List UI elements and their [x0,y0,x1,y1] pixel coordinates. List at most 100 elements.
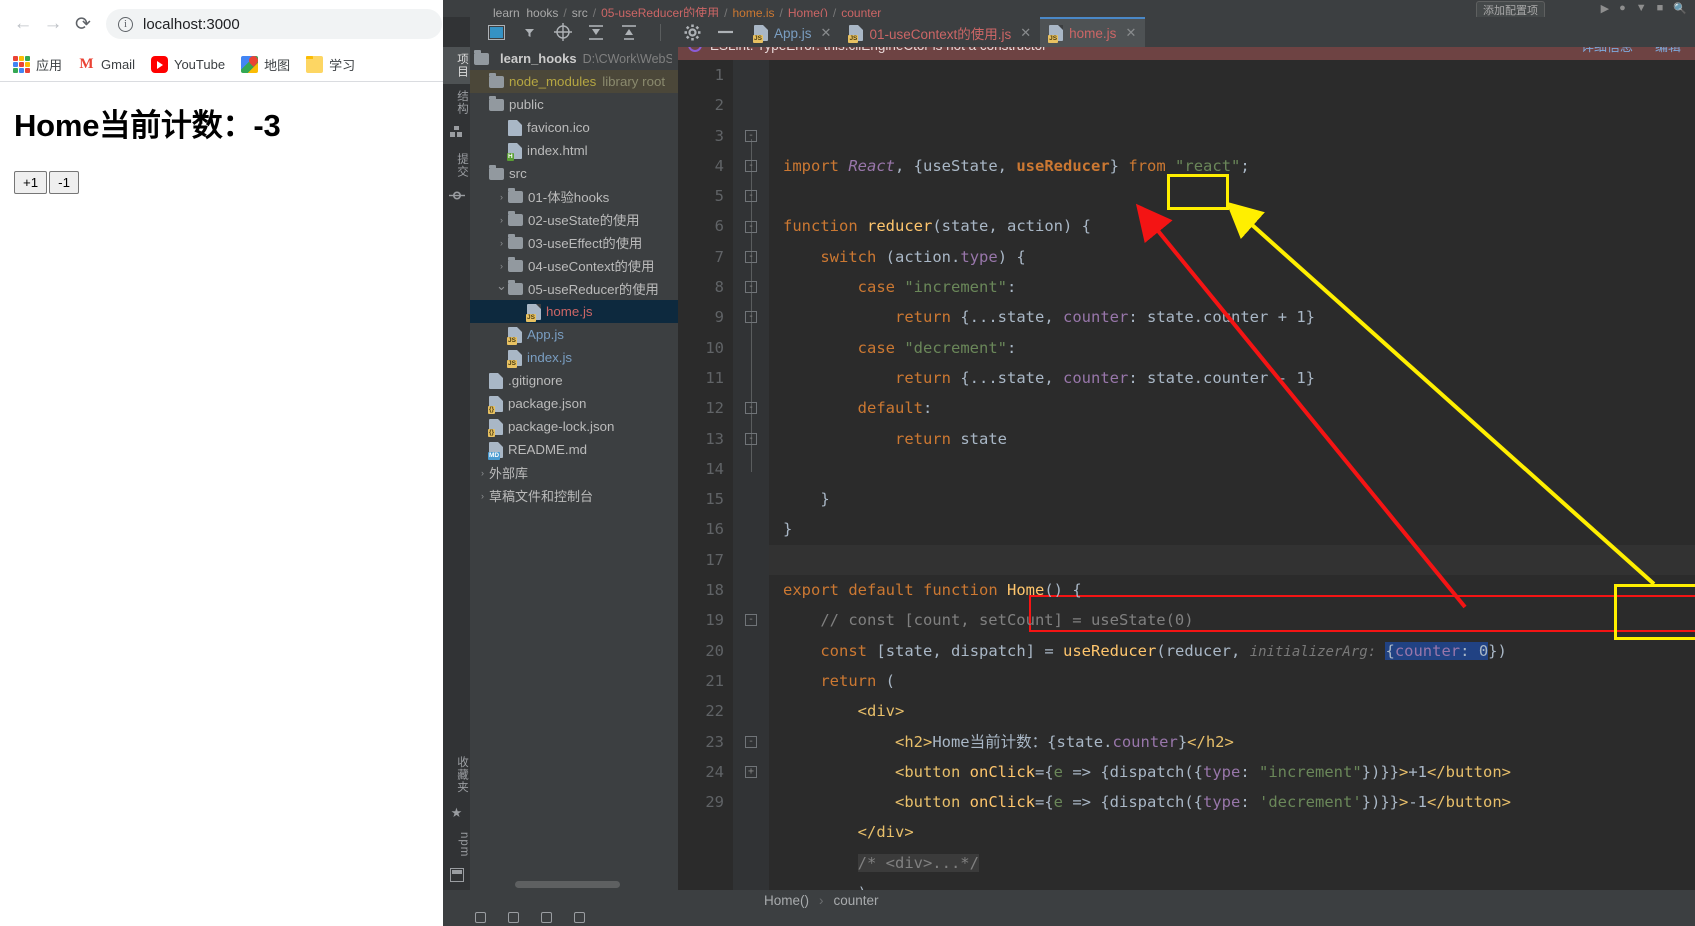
tree-node[interactable]: ⌄ 05-useReducer的使用 [470,277,678,300]
hide-panel-icon[interactable] [716,23,735,42]
structure-icon[interactable] [443,121,470,147]
status-todo-icon[interactable] [508,912,519,923]
collapse-all-icon[interactable] [619,23,638,42]
tree-node[interactable]: › 03-useEffect的使用 [470,231,678,254]
status-problems-icon[interactable] [574,912,585,923]
tree-node[interactable]: {} package-lock.json [470,415,678,438]
tree-node[interactable]: › 02-useState的使用 [470,208,678,231]
tree-node[interactable]: Hindex.html [470,139,678,162]
expand-all-icon[interactable] [586,23,605,42]
tree-scratches[interactable]: › 草稿文件和控制台 [470,484,678,507]
rail-tab-commit[interactable]: 提交 [443,147,470,184]
tree-node[interactable]: node_modules library root [470,70,678,93]
close-icon[interactable]: ✕ [1125,25,1136,41]
rail-tab-npm[interactable]: npm [443,826,470,863]
reload-icon[interactable]: ⟳ [68,9,98,39]
fold-collapse-icon[interactable]: - [745,129,757,142]
bookmark-study[interactable]: 学习 [299,52,362,77]
fold-collapse-icon[interactable]: - [745,311,757,324]
settings-gear-icon[interactable] [683,23,702,42]
status-crumb-home[interactable]: Home() [764,893,809,908]
code-line[interactable]: <button onClick={e => {dispatch({type: '… [783,787,1695,817]
project-horizontal-scrollbar[interactable] [515,881,620,888]
eslint-edit-link[interactable]: 编辑 [1655,47,1681,55]
forward-icon[interactable]: → [38,9,68,39]
project-view-icon[interactable] [487,23,506,42]
rail-tab-structure[interactable]: 结构 [443,84,470,121]
code-line[interactable]: <button onClick={e => {dispatch({type: "… [783,757,1695,787]
tree-node[interactable]: JS index.js [470,346,678,369]
code-line[interactable]: ) [783,878,1695,890]
tree-node[interactable]: src [470,162,678,185]
chevron-down-icon[interactable]: ⌄ [495,278,508,294]
fold-collapse-icon[interactable]: - [745,190,757,203]
tree-node[interactable]: JS App.js [470,323,678,346]
commit-icon[interactable] [443,184,470,210]
code-line[interactable]: import React, {useState, useReducer} fro… [783,151,1695,181]
code-line[interactable]: /* <div>...*/ [783,848,1695,878]
tree-node[interactable]: › 01-体验hooks [470,185,678,208]
fold-collapse-icon[interactable]: - [745,614,757,627]
tree-node[interactable]: .gitignore [470,369,678,392]
code-line[interactable]: </div> [783,817,1695,847]
debug-icon[interactable]: ● [1619,2,1626,15]
filter-dropdown-icon[interactable] [520,23,539,42]
code-line[interactable]: <h2>Home当前计数：{state.counter}</h2> [783,727,1695,757]
code-line[interactable]: case "increment": [783,272,1695,302]
tree-node[interactable]: favicon.ico [470,116,678,139]
code-area[interactable]: 1 2 3 4 5 6 7 8 9 10 11 12 13 14 15 16 17 18 19 20 21 22 23 24 2… [678,60,1695,890]
tab-usecontext-js[interactable]: 01-useContext的使用.js ✕ [840,17,1040,47]
code-line[interactable]: default: [783,393,1695,423]
code-line[interactable]: return state [783,424,1695,454]
code-folding-gutter[interactable]: - - - - - - - - - - - + [733,60,769,890]
favorites-star-icon[interactable]: ★ [443,800,470,826]
code-line[interactable]: } [783,514,1695,544]
fold-collapse-icon[interactable]: - [745,402,757,415]
code-line[interactable] [783,545,1695,575]
code-line[interactable]: case "decrement": [783,333,1695,363]
close-icon[interactable]: ✕ [821,25,832,41]
fold-collapse-icon[interactable]: - [745,250,757,263]
bookmark-gmail[interactable]: M Gmail [71,53,142,76]
breadcrumb-item[interactable]: learn_hooks [493,6,558,18]
address-bar[interactable]: i localhost:3000 [106,9,442,39]
breadcrumb-item[interactable]: counter [841,6,881,18]
code-line[interactable]: return ( [783,666,1695,696]
tree-node[interactable]: public [470,93,678,116]
tree-node[interactable]: JS home.js [470,300,678,323]
code-line[interactable] [783,181,1695,211]
project-root-row[interactable]: learn_hooks D:\CWork\WebSt [470,47,678,70]
bookmark-apps[interactable]: 应用 [6,52,69,77]
code-line[interactable]: return {...state, counter: state.counter… [783,363,1695,393]
breadcrumb-item[interactable]: home.js [732,6,774,18]
tree-external-libraries[interactable]: › 外部库 [470,461,678,484]
bookmark-maps[interactable]: 地图 [234,52,297,77]
run-icon[interactable]: ▶ [1601,2,1609,15]
rail-tab-project[interactable]: 项目 [443,47,470,84]
run-configuration-selector[interactable]: 添加配置项 [1476,1,1545,17]
rail-tab-favorites[interactable]: 收藏夹 [443,750,470,800]
code-line[interactable]: function reducer(state, action) { [783,211,1695,241]
increment-button[interactable]: +1 [14,171,48,194]
code-line[interactable]: switch (action.type) { [783,242,1695,272]
site-info-icon[interactable]: i [118,16,133,32]
coverage-icon[interactable]: ▼ [1636,2,1647,15]
stop-icon[interactable]: ■ [1657,2,1664,15]
terminal-icon[interactable] [443,863,470,890]
tree-node[interactable]: MD README.md [470,438,678,461]
status-git-icon[interactable] [475,912,486,923]
locate-target-icon[interactable] [553,23,572,42]
code-text[interactable]: import React, {useState, useReducer} fro… [769,60,1695,890]
code-line[interactable]: export default function Home() { [783,575,1695,605]
code-line[interactable]: const [state, dispatch] = useReducer(red… [783,636,1695,666]
fold-collapse-icon[interactable]: - [745,735,757,748]
fold-collapse-icon[interactable]: - [745,281,757,294]
eslint-details-link[interactable]: 详细信息 [1581,47,1633,55]
tree-node[interactable]: {} package.json [470,392,678,415]
status-terminal-icon[interactable] [541,912,552,923]
code-line[interactable]: <div> [783,696,1695,726]
search-everywhere-icon[interactable]: 🔍 [1673,2,1687,15]
back-icon[interactable]: ← [8,9,38,39]
fold-collapse-icon[interactable]: - [745,159,757,172]
chevron-right-icon[interactable]: › [495,215,508,225]
